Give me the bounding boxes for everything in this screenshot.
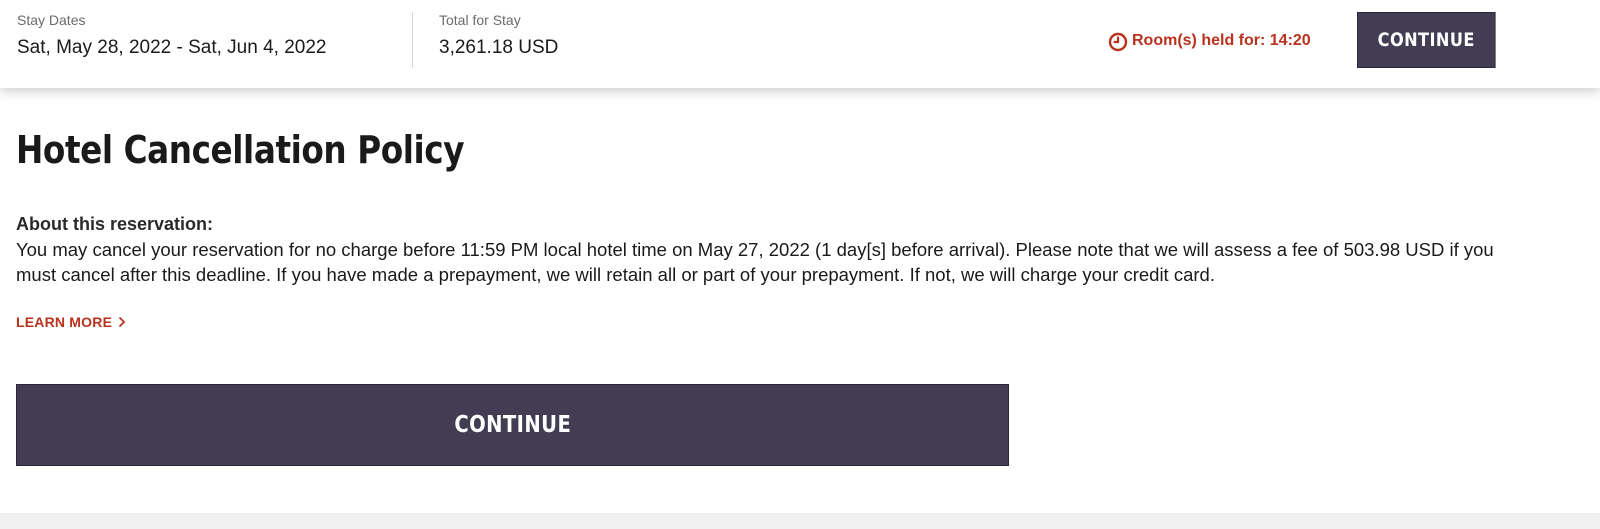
learn-more-label: LEARN MORE bbox=[16, 314, 113, 330]
page-title: Hotel Cancellation Policy bbox=[16, 128, 465, 172]
total-value: 3,261.18 USD bbox=[439, 37, 559, 58]
stay-dates-label: Stay Dates bbox=[17, 12, 86, 28]
about-reservation-heading: About this reservation: bbox=[16, 214, 214, 234]
stay-dates-value: Sat, May 28, 2022 - Sat, Jun 4, 2022 bbox=[17, 37, 327, 58]
chevron-right-icon bbox=[118, 316, 126, 328]
timer-text: Room(s) held for: 14:20 bbox=[1132, 32, 1311, 49]
room-hold-timer: Room(s) held for: 14:20 bbox=[1108, 30, 1311, 52]
header-continue-button[interactable]: CONTINUE bbox=[1357, 12, 1496, 68]
footer-strip bbox=[0, 513, 1600, 529]
continue-button-label: CONTINUE bbox=[454, 412, 571, 438]
continue-button[interactable]: CONTINUE bbox=[16, 384, 1009, 466]
summary-divider bbox=[412, 12, 413, 68]
header-continue-label: CONTINUE bbox=[1377, 29, 1475, 51]
total-block: Total for Stay 3,261.18 USD bbox=[439, 11, 558, 60]
total-label: Total for Stay bbox=[439, 12, 521, 28]
clock-icon bbox=[1108, 32, 1128, 52]
reservation-summary-bar: Stay Dates Sat, May 28, 2022 - Sat, Jun … bbox=[0, 0, 1600, 88]
cancellation-policy-text: You may cancel your reservation for no c… bbox=[16, 239, 1494, 285]
stay-dates-block: Stay Dates Sat, May 28, 2022 - Sat, Jun … bbox=[17, 11, 326, 60]
learn-more-link[interactable]: LEARN MORE bbox=[16, 314, 126, 330]
